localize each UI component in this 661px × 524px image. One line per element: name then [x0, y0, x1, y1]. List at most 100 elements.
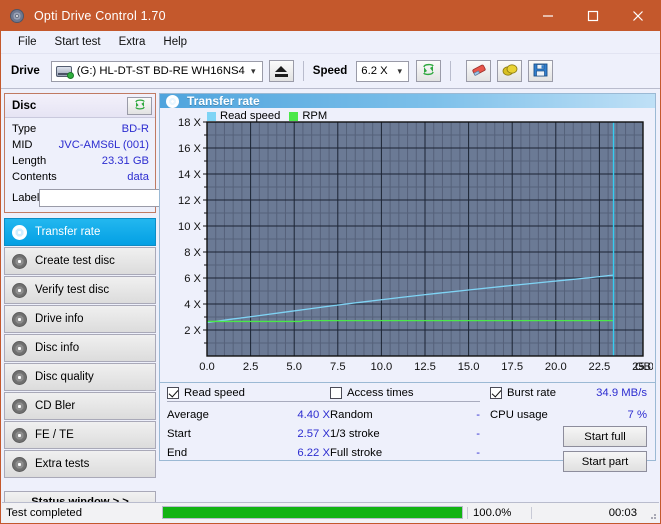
- sidebar-item-extra-tests[interactable]: Extra tests: [4, 450, 156, 478]
- sidebar-item-disc-quality[interactable]: Disc quality: [4, 363, 156, 391]
- app-window: Opti Drive Control 1.70 File Start test …: [0, 0, 661, 524]
- stats-value: 2.57 X: [268, 428, 330, 440]
- eject-button[interactable]: [269, 60, 294, 82]
- disc-icon: [12, 254, 27, 269]
- minimize-icon[interactable]: [525, 1, 570, 31]
- access-times-checkbox[interactable]: [330, 387, 342, 399]
- main-area: Disc Type: [1, 89, 660, 461]
- menu-item-help[interactable]: Help: [154, 34, 196, 50]
- read-speed-checkbox[interactable]: [167, 387, 179, 399]
- svg-text:8 X: 8 X: [184, 247, 201, 259]
- coins-icon: [502, 63, 518, 80]
- svg-text:20.0: 20.0: [545, 361, 567, 373]
- optical-drive-icon: [56, 64, 73, 78]
- access-times-checkbox-row[interactable]: Access times: [330, 387, 480, 402]
- access-times-label: Access times: [347, 387, 414, 399]
- sidebar-item-fe-te[interactable]: FE / TE: [4, 421, 156, 449]
- legend-label: Read speed: [220, 110, 280, 122]
- burst-rate-checkbox[interactable]: [490, 387, 502, 399]
- disc-info-rows: Type BD-R MID JVC-AMS6L (001) Length 23.…: [5, 118, 155, 212]
- drive-label: Drive: [11, 65, 40, 77]
- stats-row-full-stroke: Full stroke -: [330, 443, 490, 462]
- sidebar-item-label: CD Bler: [35, 400, 75, 412]
- svg-text:6 X: 6 X: [184, 273, 201, 285]
- stats-col-access-times: Access times: [330, 387, 490, 405]
- chart-plot-area: 2 X4 X6 X8 X10 X12 X14 X16 X18 X0.02.55.…: [160, 108, 653, 382]
- stats-col-burst-rate: Burst rate 34.9 MB/s: [490, 387, 655, 405]
- speed-label: Speed: [313, 65, 348, 77]
- stats-key: End: [167, 447, 268, 459]
- sidebar-item-verify-test-disc[interactable]: Verify test disc: [4, 276, 156, 304]
- sidebar-item-transfer-rate[interactable]: Transfer rate: [4, 218, 156, 246]
- save-icon: [533, 63, 548, 80]
- reload-disc-button[interactable]: [127, 97, 152, 115]
- coins-button[interactable]: [497, 60, 522, 82]
- stats-read-speed-values: Average 4.40 X Start 2.57 X End 6.22 X: [160, 405, 330, 476]
- stats-key: Start: [167, 428, 268, 440]
- sidebar-item-label: Create test disc: [35, 255, 115, 267]
- start-full-button[interactable]: Start full: [563, 426, 647, 447]
- disc-label-key: Label: [12, 192, 39, 204]
- sidebar-item-label: Extra tests: [35, 458, 89, 470]
- burst-rate-checkbox-row[interactable]: Burst rate 34.9 MB/s: [490, 387, 647, 401]
- disc-row-mid-value: JVC-AMS6L (001): [59, 137, 149, 153]
- speed-select[interactable]: 6.2 X ▾: [356, 61, 409, 82]
- svg-text:12.5: 12.5: [414, 361, 436, 373]
- resize-grip-icon[interactable]: [647, 507, 659, 519]
- svg-text:7.5: 7.5: [330, 361, 346, 373]
- transfer-rate-card: Transfer rate Read speed RPM 2 X4 X6 X8: [159, 93, 656, 461]
- stats-value: -: [424, 409, 490, 421]
- title-bar: Opti Drive Control 1.70: [1, 1, 660, 31]
- menu-item-start-test[interactable]: Start test: [46, 34, 110, 50]
- menu-item-file[interactable]: File: [9, 34, 46, 50]
- disc-row-contents-key: Contents: [12, 169, 57, 185]
- stats-value: 6.22 X: [268, 447, 330, 459]
- disc-icon: [12, 312, 27, 327]
- maximize-icon[interactable]: [570, 1, 615, 31]
- disc-row-length: Length 23.31 GB: [12, 153, 149, 169]
- sidebar-item-drive-info[interactable]: Drive info: [4, 305, 156, 333]
- stats-col-read-speed: Read speed: [160, 387, 330, 405]
- stats-access-times-values: Random - 1/3 stroke - Full stroke -: [330, 405, 490, 476]
- erase-button[interactable]: [466, 60, 491, 82]
- start-part-button[interactable]: Start part: [563, 451, 647, 472]
- save-button[interactable]: [528, 60, 553, 82]
- action-buttons: Start full Start part: [490, 426, 647, 476]
- read-speed-checkbox-row[interactable]: Read speed: [167, 387, 330, 402]
- disc-row-contents: Contents data: [12, 169, 149, 185]
- disc-row-mid-key: MID: [12, 137, 33, 153]
- svg-text:18 X: 18 X: [178, 117, 202, 129]
- legend-item-read-speed: Read speed: [207, 110, 280, 122]
- sidebar-item-cd-bler[interactable]: CD Bler: [4, 392, 156, 420]
- sidebar-item-disc-info[interactable]: Disc info: [4, 334, 156, 362]
- drive-select[interactable]: (G:) HL-DT-ST BD-RE WH16NS48 1.D3 ▾: [51, 61, 263, 82]
- refresh-button[interactable]: [416, 60, 441, 82]
- svg-text:4 X: 4 X: [184, 299, 201, 311]
- refresh-icon: [421, 62, 436, 80]
- chevron-down-icon: ▾: [391, 66, 408, 77]
- disc-icon: [12, 341, 27, 356]
- toolbar-divider-1: [303, 61, 304, 81]
- stats-row-cpu-usage: CPU usage 7 %: [490, 405, 647, 424]
- sidebar-item-label: FE / TE: [35, 429, 74, 441]
- sidebar: Disc Type: [1, 89, 159, 461]
- transfer-rate-chart: Read speed RPM 2 X4 X6 X8 X10 X12 X14 X1…: [160, 108, 655, 382]
- disc-icon: [12, 370, 27, 385]
- svg-text:12 X: 12 X: [178, 195, 202, 207]
- stats-panel: Read speed Access times: [160, 382, 655, 462]
- close-icon[interactable]: [615, 1, 660, 31]
- stats-value: -: [424, 428, 490, 440]
- svg-text:22.5: 22.5: [589, 361, 611, 373]
- sidebar-item-create-test-disc[interactable]: Create test disc: [4, 247, 156, 275]
- svg-text:2.5: 2.5: [243, 361, 259, 373]
- window-title: Opti Drive Control 1.70: [34, 9, 166, 23]
- chevron-down-icon: ▾: [245, 66, 262, 77]
- stats-cpu-and-actions: CPU usage 7 % Start full Start part: [490, 405, 655, 476]
- stats-row-third-stroke: 1/3 stroke -: [330, 424, 490, 443]
- stats-body-row: Average 4.40 X Start 2.57 X End 6.22 X: [160, 405, 655, 476]
- disc-row-contents-value: data: [127, 169, 149, 185]
- stats-key: 1/3 stroke: [330, 428, 424, 440]
- disc-icon: [12, 457, 27, 472]
- toolbar-divider-2: [450, 61, 451, 81]
- menu-item-extra[interactable]: Extra: [110, 34, 155, 50]
